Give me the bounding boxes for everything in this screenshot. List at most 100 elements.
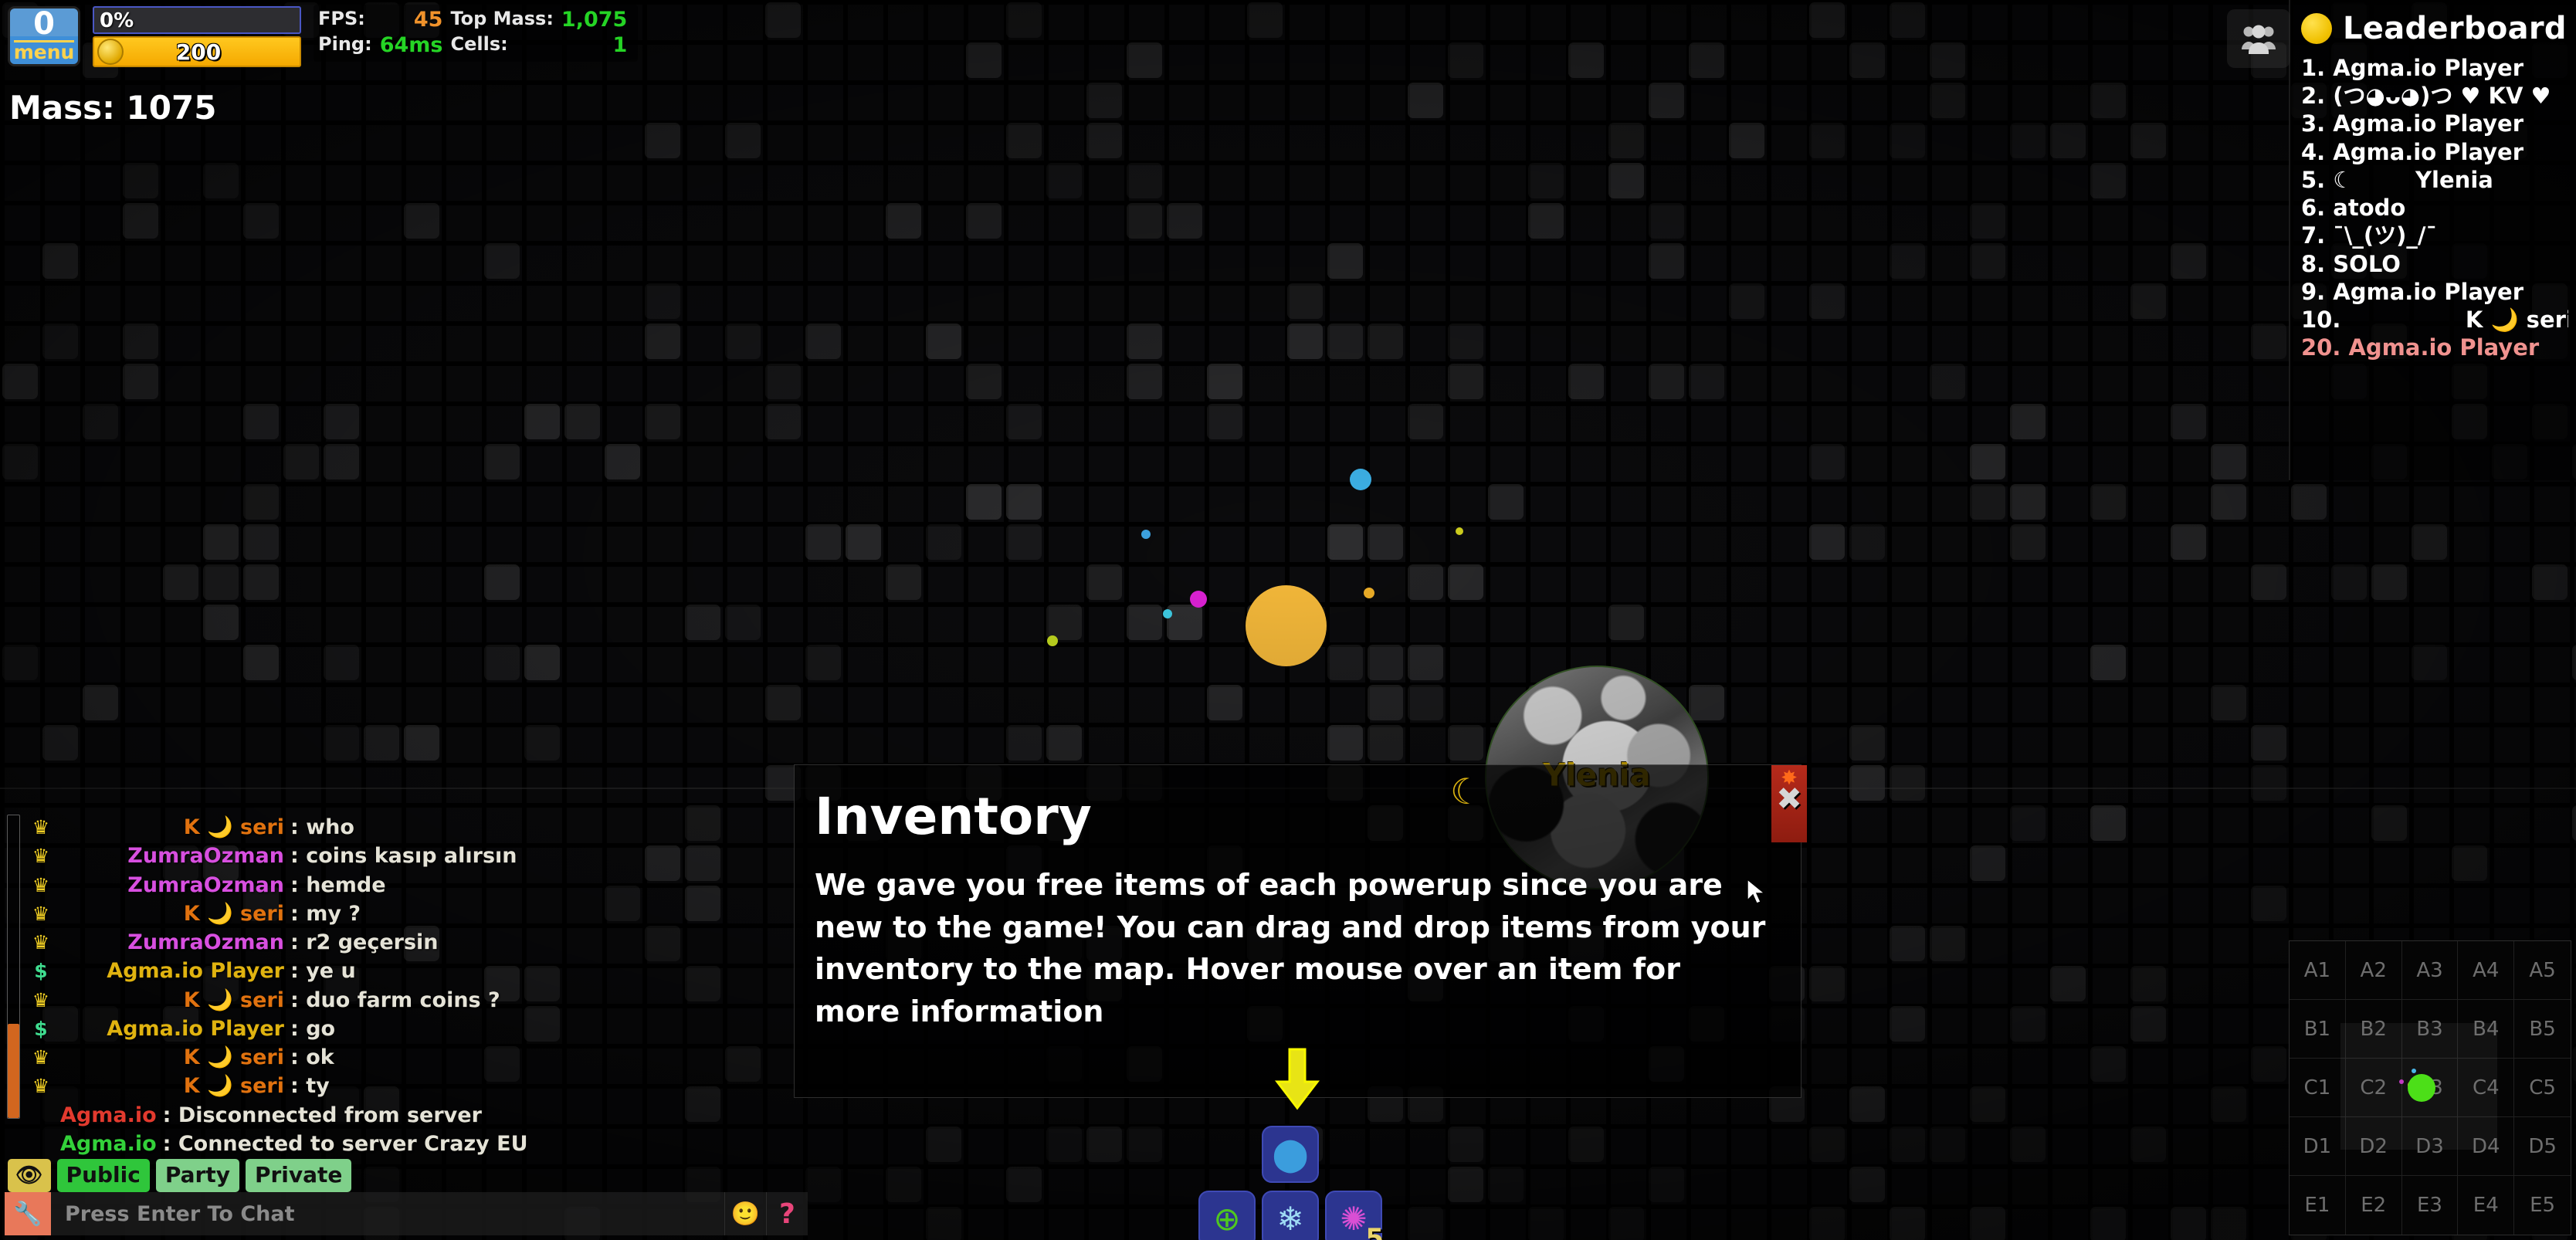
chat-text: : who	[290, 815, 354, 839]
crown-badge-icon: ♛	[32, 873, 50, 896]
inventory-slot-freeze-aura[interactable]: ⬤	[1262, 1126, 1319, 1183]
chat-tab-private[interactable]: Private	[245, 1159, 352, 1192]
game-screen: ☾ Ylenia 0 menu 0% 200 FPS: 45 Top Mass:…	[0, 0, 2576, 1240]
leaderboard-row: 8. SOLO	[2301, 250, 2401, 277]
smiley-icon[interactable]: 🙂	[724, 1192, 766, 1235]
coin-icon	[97, 39, 124, 65]
leaderboard-title: Leaderboard	[2343, 11, 2567, 46]
leaderboard-panel: Leaderboard 1. Agma.io Player 2. (つ◕ᴗ◕)つ …	[2289, 0, 2576, 480]
minimap-cell: B3	[2401, 1000, 2459, 1059]
inventory-dialog-title: Inventory	[815, 787, 1092, 846]
minimap-cell: A3	[2401, 941, 2459, 1000]
chat-scrollbar-thumb[interactable]	[8, 1024, 19, 1118]
chat-text: : coins kasıp alırsın	[290, 844, 517, 869]
enemy-cell-yellow	[1246, 585, 1327, 666]
chat-sender: K 🌙 seri	[183, 988, 284, 1012]
inventory-slot-snowflake[interactable]: ❄	[1262, 1191, 1319, 1240]
close-x-icon[interactable]: ✸ ✖	[1771, 765, 1807, 842]
crown-badge-icon: ♛	[32, 902, 50, 925]
stat-value-ping: 64ms	[379, 33, 443, 57]
chat-sender-wrap: K 🌙 seri	[60, 1072, 284, 1100]
dollar-badge-icon: $	[34, 960, 48, 983]
chat-message: Agma.io: Connected to server Crazy EU	[28, 1130, 695, 1158]
leaderboard-header: Leaderboard	[2301, 11, 2568, 46]
chat-sender: K 🌙 seri	[183, 1045, 284, 1069]
chat-sender-wrap: ZumraOzman	[60, 842, 284, 870]
mass-boost-icon: ⊕	[1213, 1200, 1241, 1238]
xp-percent-label: 0%	[100, 9, 134, 32]
people-icon[interactable]	[2227, 9, 2290, 68]
chat-tab-public[interactable]: Public	[56, 1159, 150, 1192]
crown-badge-icon: ♛	[32, 1046, 50, 1069]
minimap-cell: B5	[2514, 1000, 2571, 1059]
leaderboard-row: 1. Agma.io Player	[2301, 55, 2524, 81]
minimap-cell: D4	[2458, 1117, 2515, 1176]
minimap[interactable]: A1A2A3A4A5B1B2B3B4B5C1C2C3C4C5D1D2D3D4D5…	[2289, 940, 2571, 1235]
stat-value-topmass: 1,075	[561, 8, 628, 32]
minimap-cell: E4	[2458, 1176, 2515, 1235]
chat-sender-wrap: ZumraOzman	[60, 871, 284, 900]
chat-sender: Agma.io Player	[107, 959, 284, 984]
chat-message: $ Agma.io Player: ye u	[28, 957, 695, 985]
stat-value-cells: 1	[612, 33, 628, 57]
minimap-cell: C2	[2345, 1059, 2402, 1117]
chat-text: : go	[290, 1016, 336, 1041]
coin-balance-bar[interactable]: 200	[93, 36, 301, 67]
minimap-cell: E3	[2402, 1176, 2459, 1235]
inventory-dialog-body: We gave you free items of each powerup s…	[815, 868, 1766, 1029]
wrench-icon[interactable]: 🔧	[5, 1192, 51, 1235]
leaderboard-row: 5. ☾ Ylenia ☀	[2301, 166, 2568, 193]
food-pellet	[1456, 527, 1463, 535]
inventory-slot-mass-boost[interactable]: ⊕	[1198, 1191, 1256, 1240]
chat-sender-wrap: Agma.io Player	[60, 1015, 284, 1043]
chat-input[interactable]	[51, 1192, 724, 1235]
chat-message: ♛ K 🌙 seri: ok	[28, 1043, 695, 1072]
minimap-cell: D5	[2514, 1117, 2571, 1176]
down-arrow-icon	[1273, 1048, 1322, 1111]
minimap-cell: D2	[2345, 1117, 2402, 1176]
chat-text: : Disconnected from server	[162, 1103, 482, 1127]
food-pellet	[1190, 591, 1207, 608]
leaderboard-rows: 1. Agma.io Player 2. (つ◕ᴗ◕)つ ♥ KV ♥ 3. Agm…	[2301, 54, 2568, 361]
chat-sender-wrap: K 🌙 seri	[60, 1043, 284, 1072]
chat-text: : duo farm coins ?	[290, 988, 500, 1012]
leaderboard-row: 2. (つ◕ᴗ◕)つ ♥ KV ♥	[2301, 83, 2551, 110]
leaderboard-row: 3. Agma.io Player	[2301, 110, 2524, 137]
chat-visibility-eye-icon[interactable]: 👁	[8, 1159, 51, 1192]
food-pellet	[1350, 469, 1371, 490]
freeze-aura-icon: ⬤	[1272, 1135, 1309, 1173]
chat-sender: Agma.io	[60, 1103, 157, 1127]
food-pellet	[1047, 635, 1058, 646]
chat-message-list: ♛ K 🌙 seri: who ♛ ZumraOzman: coins kasıp a…	[0, 813, 695, 1158]
chat-sender-wrap: Agma.io Player	[60, 957, 284, 985]
chat-text: : Connected to server Crazy EU	[162, 1131, 528, 1156]
minimap-cell: B2	[2345, 1000, 2402, 1059]
minimap-cell: C5	[2514, 1059, 2571, 1117]
stat-label-ping: Ping:	[318, 33, 372, 55]
menu-button[interactable]: 0 menu	[8, 6, 80, 66]
minimap-cell: E5	[2530, 1194, 2556, 1217]
chat-sender: Agma.io	[60, 1131, 157, 1156]
food-pellet	[1141, 530, 1151, 539]
minimap-cell: B1	[2290, 1000, 2346, 1059]
dollar-badge-icon: $	[34, 1017, 48, 1040]
food-pellet	[1163, 609, 1172, 618]
chat-scrollbar[interactable]	[7, 815, 20, 1119]
leaderboard-row: 4. Agma.io Player	[2301, 138, 2524, 165]
inventory-slot-count: 5	[1365, 1223, 1384, 1240]
chat-message: ♛ K 🌙 seri: duo farm coins ?	[28, 986, 695, 1015]
minimap-cell: C1	[2290, 1059, 2346, 1117]
inventory-slot-recombine[interactable]: ✺ 5	[1325, 1191, 1384, 1240]
stat-label-cells: Cells:	[450, 33, 508, 55]
minimap-cell: D3	[2401, 1117, 2459, 1176]
leaderboard-row: 10. K 🌙 seri	[2301, 306, 2568, 333]
leaderboard-row: 9. Agma.io Player	[2301, 278, 2524, 305]
chat-tab-party[interactable]: Party	[155, 1159, 239, 1192]
chat-message: ♛ ZumraOzman: hemde	[28, 871, 695, 900]
chat-sender: K 🌙 seri	[183, 815, 284, 839]
leaderboard-row: 20. Agma.io Player	[2301, 334, 2540, 361]
stats-panel: FPS: 45 Top Mass: 1,075 Ping: 64ms Cells…	[314, 5, 639, 62]
mass-readout: Mass: 1075	[9, 89, 217, 127]
chat-message: ♛ K 🌙 seri: ty	[28, 1072, 695, 1100]
question-mark-icon[interactable]: ?	[766, 1192, 808, 1235]
